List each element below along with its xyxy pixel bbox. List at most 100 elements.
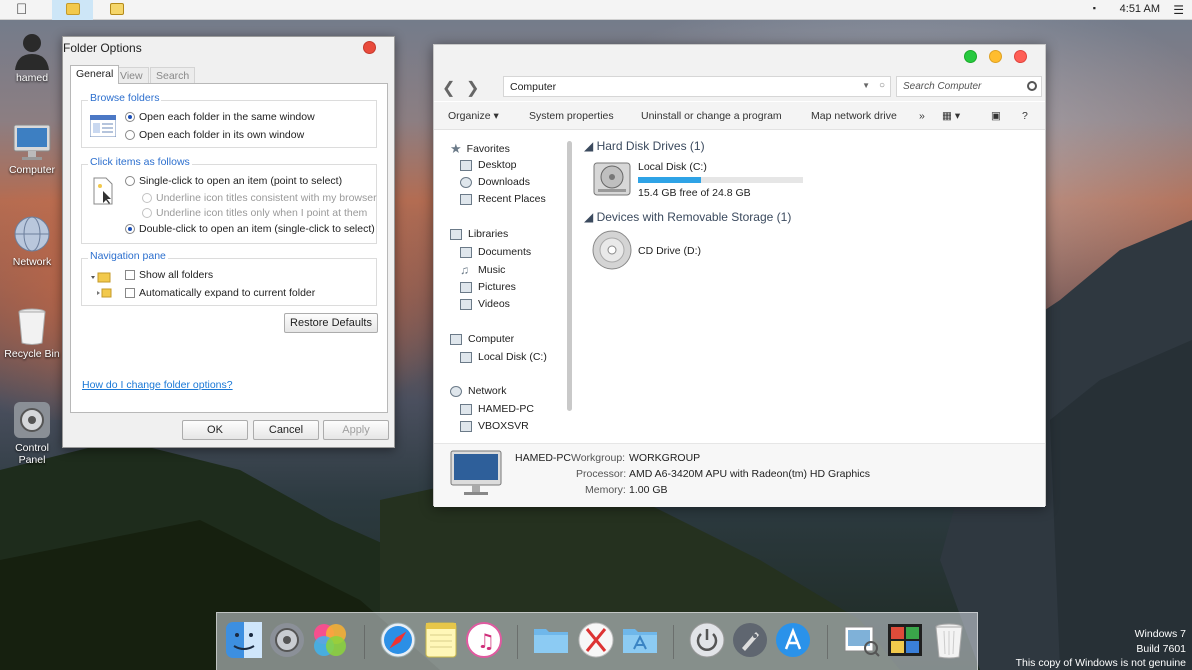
workgroup-value: WORKGROUP — [629, 452, 701, 464]
checkbox-auto-expand[interactable] — [125, 288, 135, 298]
itunes-icon[interactable]: ♫ — [465, 621, 503, 659]
back-button[interactable]: ❮ — [442, 78, 455, 98]
dialog-close-button[interactable] — [363, 41, 376, 54]
help-link[interactable]: How do I change folder options? — [82, 379, 233, 391]
apple-menu-icon[interactable]:  — [16, 1, 27, 18]
minimize-button[interactable] — [989, 50, 1002, 63]
desktop-icon-control-panel[interactable]: Control Panel — [2, 400, 62, 466]
desktop-icon-computer[interactable]: Computer — [2, 122, 62, 176]
cancel-button[interactable]: Cancel — [253, 420, 319, 440]
maximize-button[interactable] — [964, 50, 977, 63]
nav-recent-places[interactable]: Recent Places — [460, 193, 546, 205]
map-network-drive-button[interactable]: Map network drive — [811, 110, 897, 122]
nav-label: Pictures — [478, 281, 516, 293]
nav-downloads[interactable]: Downloads — [460, 176, 530, 188]
nav-computer[interactable]: Computer — [450, 333, 514, 345]
game-center-icon[interactable] — [311, 621, 349, 659]
navigation-scrollbar[interactable] — [567, 141, 572, 411]
nav-label: Documents — [478, 246, 532, 258]
radio-double-click[interactable] — [125, 224, 135, 234]
option-own-window[interactable]: Open each folder in its own window — [125, 129, 304, 141]
system-properties-button[interactable]: System properties — [529, 110, 614, 122]
nav-music[interactable]: ♫ Music — [460, 263, 505, 277]
desktop-icon-recycle-bin[interactable]: Recycle Bin — [2, 306, 62, 360]
option-same-window[interactable]: Open each folder in the same window — [125, 111, 315, 123]
nav-pictures[interactable]: Pictures — [460, 281, 516, 293]
ok-button[interactable]: OK — [182, 420, 248, 440]
group-title: Click items as follows — [88, 156, 192, 168]
refresh-icon[interactable]: ○ — [879, 80, 885, 91]
desktop-icon — [460, 159, 472, 171]
nav-favorites[interactable]: ★ Favorites — [450, 141, 510, 157]
processor-label: Processor: — [576, 468, 627, 480]
hard-disk-icon — [593, 162, 631, 196]
taskbar-explorer-button[interactable] — [52, 0, 93, 20]
removable-header[interactable]: ◢ Devices with Removable Storage (1) — [584, 210, 791, 224]
desktop-icon-network[interactable]: Network — [2, 214, 62, 268]
organize-button[interactable]: Organize ▾ — [448, 110, 499, 122]
radio-same-window[interactable] — [125, 112, 135, 122]
nav-desktop[interactable]: Desktop — [460, 159, 517, 171]
dock: ♫ — [216, 612, 978, 670]
restore-defaults-button[interactable]: Restore Defaults — [284, 313, 378, 333]
local-disk-item[interactable] — [592, 159, 632, 199]
radio-single-click[interactable] — [125, 176, 135, 186]
checkbox-show-all-folders[interactable] — [125, 270, 135, 280]
nav-local-disk[interactable]: Local Disk (C:) — [460, 351, 547, 363]
tab-search[interactable]: Search — [150, 67, 196, 84]
photo-booth-icon[interactable] — [886, 621, 924, 659]
preview-icon[interactable] — [842, 621, 880, 659]
nav-libraries[interactable]: Libraries — [450, 228, 508, 240]
finder-icon[interactable] — [225, 621, 263, 659]
nav-vboxsvr[interactable]: VBOXSVR — [460, 420, 529, 432]
option-auto-expand[interactable]: Automatically expand to current folder — [125, 287, 315, 299]
hard-disks-header[interactable]: ◢ Hard Disk Drives (1) — [584, 139, 705, 153]
help-button[interactable]: ? — [1022, 110, 1028, 122]
close-button[interactable] — [1014, 50, 1027, 63]
launchpad-icon[interactable] — [731, 621, 769, 659]
desktop-icon-user[interactable]: hamed — [2, 30, 62, 84]
recycle-bin-icon — [12, 306, 52, 346]
nav-label: Videos — [478, 298, 510, 310]
nav-hamed-pc[interactable]: HAMED-PC — [460, 403, 534, 415]
local-disk-name[interactable]: Local Disk (C:) — [638, 161, 707, 173]
star-icon: ★ — [450, 141, 462, 156]
app-store-icon[interactable] — [774, 621, 812, 659]
navigation-pane: ★ Favorites Desktop Downloads Recent Pla… — [434, 131, 574, 441]
cd-drive-name[interactable]: CD Drive (D:) — [638, 245, 701, 257]
address-bar[interactable]: Computer ▼ ○ — [503, 76, 891, 97]
option-double-click[interactable]: Double-click to open an item (single-cli… — [125, 223, 375, 235]
section-title: Devices with Removable Storage (1) — [596, 210, 792, 224]
safari-icon[interactable] — [379, 621, 417, 659]
uninstall-program-button[interactable]: Uninstall or change a program — [641, 110, 782, 122]
search-input[interactable]: Search Computer — [896, 76, 1042, 97]
computer-icon — [12, 122, 52, 162]
trash-icon[interactable] — [930, 621, 968, 659]
preview-pane-icon[interactable]: ▣ — [991, 110, 1001, 122]
option-show-all-folders[interactable]: Show all folders — [125, 269, 213, 281]
notes-icon[interactable] — [422, 621, 460, 659]
view-options-icon[interactable]: ▦ ▾ — [942, 110, 960, 122]
applications-folder-icon[interactable] — [621, 621, 659, 659]
more-commands-button[interactable]: » — [919, 110, 925, 122]
notification-list-icon[interactable]: ☰ — [1173, 3, 1184, 17]
radio-own-window[interactable] — [125, 130, 135, 140]
x-icon[interactable] — [577, 621, 615, 659]
option-single-click[interactable]: Single-click to open an item (point to s… — [125, 175, 342, 187]
hard-disk-icon — [460, 351, 472, 363]
windows-build: Build 7601 — [1136, 643, 1186, 655]
nav-videos[interactable]: Videos — [460, 298, 510, 310]
power-icon[interactable] — [688, 621, 726, 659]
system-preferences-icon[interactable] — [268, 621, 306, 659]
cd-drive-item[interactable] — [592, 230, 632, 270]
content-pane: ◢ Hard Disk Drives (1) Local Disk (C:) 1… — [576, 131, 1046, 441]
nav-network[interactable]: Network — [450, 385, 507, 397]
folder-icon[interactable] — [532, 621, 570, 659]
forward-button[interactable]: ❯ — [466, 78, 479, 98]
nav-documents[interactable]: Documents — [460, 246, 531, 258]
tab-general[interactable]: General — [70, 65, 120, 84]
menubar-clock[interactable]: 4:51 AM — [1120, 3, 1160, 15]
chevron-down-icon[interactable]: ▼ — [862, 81, 870, 90]
folder-options-taskbar-icon[interactable] — [110, 3, 124, 15]
dock-separator — [673, 625, 674, 659]
